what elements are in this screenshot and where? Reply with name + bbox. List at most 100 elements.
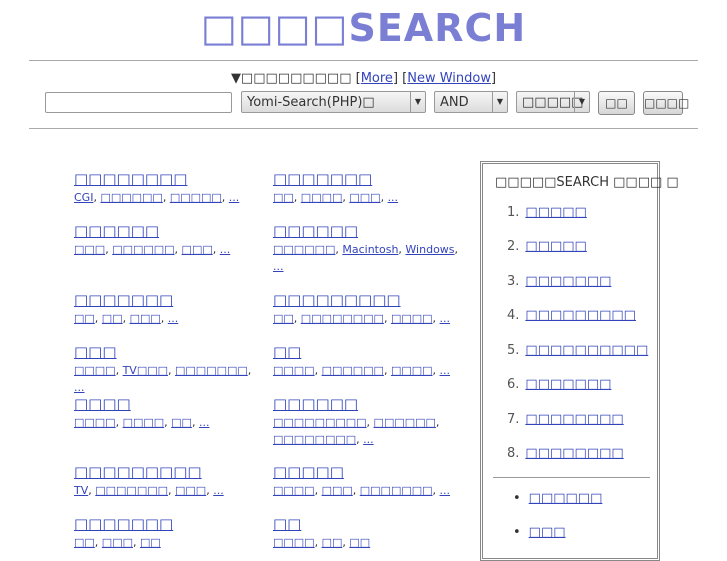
more-subcategories-link[interactable]: ... [168,312,179,325]
ranking-number: 5. [507,343,520,358]
subcategory-link[interactable]: CGI [74,191,93,204]
search-engine-select[interactable]: Yomi-Search(PHP)□ ▼ [241,91,426,113]
category-title[interactable]: □□□□□□□□□ [74,463,264,481]
side-link[interactable]: □□□□□□ [529,491,603,506]
subcategory-link[interactable]: □□□□ [273,484,315,497]
subcategory-link[interactable]: □□□□□□□ [95,484,168,497]
subcategory-list: □□, □□□□, □□□, ... [273,191,399,204]
search-caption-text: ▼□□□□□□□□□ [230,71,352,86]
ranking-link[interactable]: □□□□□ [525,239,586,254]
subcategory-link[interactable]: TV [74,484,88,497]
more-subcategories-link[interactable]: ... [388,191,399,204]
new-window-link[interactable]: New Window [407,71,491,86]
chevron-down-icon: ▼ [492,92,507,112]
subcategory-link[interactable]: □□□ [175,484,206,497]
subcategory-link[interactable]: □□□□□□□□ [301,312,384,325]
subcategory-link[interactable]: □□□□□□ [374,416,436,429]
side-link[interactable]: □□□ [529,525,566,540]
more-subcategories-link[interactable]: ... [74,381,85,394]
subcategory-list: □□, □□□, □□ [74,536,161,549]
subcategory-link[interactable]: □□□□ [273,364,315,377]
subcategory-link[interactable]: □□□□ [74,364,116,377]
subcategory-link[interactable]: □□□□ [391,364,433,377]
ranking-number: 6. [507,377,520,392]
subcategory-link[interactable]: □□ [140,536,161,549]
more-subcategories-link[interactable]: ... [440,364,451,377]
more-subcategories-link[interactable]: ... [273,260,284,273]
ranking-item: 2. □□□□□ [507,239,587,254]
subcategory-link[interactable]: TV□□□ [123,364,168,377]
more-subcategories-link[interactable]: ... [229,191,240,204]
search-mode-select[interactable]: AND ▼ [434,91,508,113]
subcategory-list: TV, □□□□□□□, □□□, ... [74,484,224,497]
search-button[interactable]: □□ [598,91,635,115]
subcategory-link[interactable]: □□□ [102,536,133,549]
subcategory-link[interactable]: □□□ [349,191,380,204]
subcategory-link[interactable]: □□□□ [273,536,315,549]
search-input[interactable] [45,92,232,113]
more-subcategories-link[interactable]: ... [440,484,451,497]
ranking-link[interactable]: □□□□□□□□□□ [525,343,648,358]
category-title[interactable]: □□ [273,515,463,533]
subcategory-link[interactable]: □□□□□□□□□ [273,416,367,429]
search-options-button[interactable]: □□□□ [643,91,689,115]
subcategory-link[interactable]: □□□□□□□ [360,484,433,497]
category-title[interactable]: □□□□□□ [74,222,264,240]
subcategory-link[interactable]: □□ [74,312,95,325]
more-link[interactable]: More [361,71,393,86]
category-block: □□□□□□□ □□, □□□□, □□□, ... [273,170,463,206]
subcategory-link[interactable]: □□□□□□□□ [273,433,356,446]
ranking-link[interactable]: □□□□□□□ [525,274,611,289]
subcategory-link[interactable]: □□□□ [123,416,165,429]
category-title[interactable]: □□□□□□ [273,395,463,413]
ranking-link[interactable]: □□□□□ [525,205,586,220]
subcategory-link[interactable]: □□ [349,536,370,549]
category-title[interactable]: □□□ [74,343,264,361]
result-count-select[interactable]: □□□□□ ▼ [516,91,590,113]
subcategory-link[interactable]: Windows [405,243,454,256]
subcategory-link[interactable]: □□□□ [301,191,343,204]
ranking-link[interactable]: □□□□□□□□ [525,412,623,427]
category-title[interactable]: □□□□□□□□ [74,170,264,188]
category-title[interactable]: □□□□□□ [273,222,463,240]
subcategory-link[interactable]: □□□□ [74,416,116,429]
subcategory-link[interactable]: □□□ [322,484,353,497]
subcategory-link[interactable]: □□□ [182,243,213,256]
subcategory-link[interactable]: □□□□□ [170,191,222,204]
category-title[interactable]: □□□□□□□□□ [273,291,463,309]
ranking-link[interactable]: □□□□□□□□□ [525,308,636,323]
category-block: □□□□□□□□□ □□, □□□□□□□□, □□□□, ... [273,291,463,327]
bullet-icon: • [513,525,521,540]
category-block: □□□□□□□ □□, □□□, □□ [74,515,264,551]
subcategory-link[interactable]: □□□□□□ [100,191,162,204]
subcategory-link[interactable]: □□□□ [391,312,433,325]
subcategory-link[interactable]: □□□□□□ [322,364,384,377]
subcategory-link[interactable]: □□ [273,312,294,325]
category-title[interactable]: □□□□□□□ [74,291,264,309]
category-title[interactable]: □□□□□□□ [273,170,463,188]
subcategory-link[interactable]: □□ [273,191,294,204]
subcategory-link[interactable]: □□□□□□□ [175,364,248,377]
subcategory-link[interactable]: □□□ [130,312,161,325]
subcategory-link[interactable]: □□ [171,416,192,429]
category-title[interactable]: □□□□□□□ [74,515,264,533]
ranking-link[interactable]: □□□□□□□ [525,377,611,392]
category-title[interactable]: □□□□□ [273,463,463,481]
ranking-number: 7. [507,412,520,427]
ranking-link[interactable]: □□□□□□□□ [525,446,623,461]
subcategory-link[interactable]: □□ [74,536,95,549]
subcategory-link[interactable]: □□ [322,536,343,549]
subcategory-link[interactable]: Macintosh [342,243,398,256]
search-mode-value: AND [440,95,469,110]
more-subcategories-link[interactable]: ... [440,312,451,325]
more-subcategories-link[interactable]: ... [213,484,224,497]
subcategory-link[interactable]: □□ [102,312,123,325]
more-subcategories-link[interactable]: ... [199,416,210,429]
category-title[interactable]: □□ [273,343,463,361]
more-subcategories-link[interactable]: ... [363,433,374,446]
subcategory-link[interactable]: □□□□□□ [273,243,335,256]
more-subcategories-link[interactable]: ... [220,243,231,256]
category-title[interactable]: □□□□ [74,395,264,413]
subcategory-link[interactable]: □□□ [74,243,105,256]
subcategory-link[interactable]: □□□□□□ [112,243,174,256]
